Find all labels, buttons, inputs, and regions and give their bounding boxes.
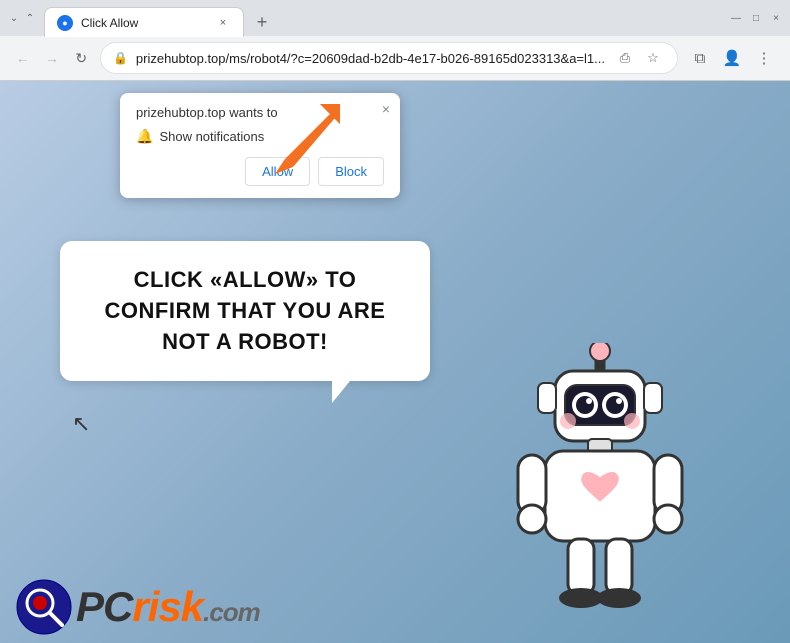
menu-icon[interactable]: ⋮ (750, 44, 778, 72)
browser-chrome: ⌄ ⌃ ● Click Allow × + — □ × ← → ↻ 🔒 priz… (0, 0, 790, 81)
notification-buttons: Allow Block (136, 157, 384, 186)
bubble-text: CLICK «ALLOW» TO CONFIRM THAT YOU ARE NO… (88, 265, 402, 357)
mouse-cursor: ↖ (72, 411, 90, 437)
title-bar: ⌄ ⌃ ● Click Allow × + — □ × (0, 0, 790, 36)
tab-favicon: ● (57, 15, 73, 31)
chevron-up-icon[interactable]: ⌃ (24, 12, 36, 24)
notification-close-button[interactable]: × (382, 101, 390, 117)
url-text: prizehubtop.top/ms/robot4/?c=20609dad-b2… (136, 51, 605, 66)
risk-text: risk (132, 583, 203, 630)
notification-show-text: Show notifications (159, 129, 264, 144)
bell-icon: 🔔 (136, 128, 153, 145)
robot-character (490, 343, 710, 623)
minimize-button[interactable]: — (730, 12, 742, 24)
lock-icon: 🔒 (113, 51, 128, 65)
speech-bubble: CLICK «ALLOW» TO CONFIRM THAT YOU ARE NO… (60, 241, 430, 381)
pcrisk-icon (16, 579, 72, 635)
toolbar-right: ⧉ 👤 ⋮ (686, 44, 778, 72)
orange-arrow (265, 99, 345, 179)
pcrisk-logo: PCrisk.com (16, 579, 260, 635)
address-bar: ← → ↻ 🔒 prizehubtop.top/ms/robot4/?c=206… (0, 36, 790, 80)
active-tab[interactable]: ● Click Allow × (44, 7, 244, 37)
window-controls-left: ⌄ ⌃ (8, 12, 36, 24)
account-icon[interactable]: 👤 (718, 44, 746, 72)
share-icon[interactable]: ⎙ (613, 46, 637, 70)
url-actions: ⎙ ☆ (613, 46, 665, 70)
notification-header: prizehubtop.top wants to (136, 105, 384, 120)
chevron-down-icon[interactable]: ⌄ (8, 12, 20, 24)
back-button[interactable]: ← (12, 44, 33, 72)
com-text: .com (203, 597, 260, 627)
new-tab-button[interactable]: + (248, 8, 276, 36)
extensions-icon[interactable]: ⧉ (686, 44, 714, 72)
pc-text: PC (76, 583, 132, 630)
page-content: × prizehubtop.top wants to 🔔 Show notifi… (0, 81, 790, 643)
refresh-button[interactable]: ↻ (71, 44, 92, 72)
window-controls-right: — □ × (730, 12, 782, 24)
url-box[interactable]: 🔒 prizehubtop.top/ms/robot4/?c=20609dad-… (100, 42, 678, 74)
forward-button[interactable]: → (41, 44, 62, 72)
maximize-button[interactable]: □ (750, 12, 762, 24)
close-window-button[interactable]: × (770, 12, 782, 24)
tab-title: Click Allow (81, 16, 207, 30)
tab-close-button[interactable]: × (215, 15, 231, 31)
tab-strip: ● Click Allow × + (44, 0, 722, 36)
pcrisk-text: PCrisk.com (76, 586, 260, 628)
notification-popup: × prizehubtop.top wants to 🔔 Show notifi… (120, 93, 400, 198)
notification-bell-row: 🔔 Show notifications (136, 128, 384, 145)
bookmark-icon[interactable]: ☆ (641, 46, 665, 70)
